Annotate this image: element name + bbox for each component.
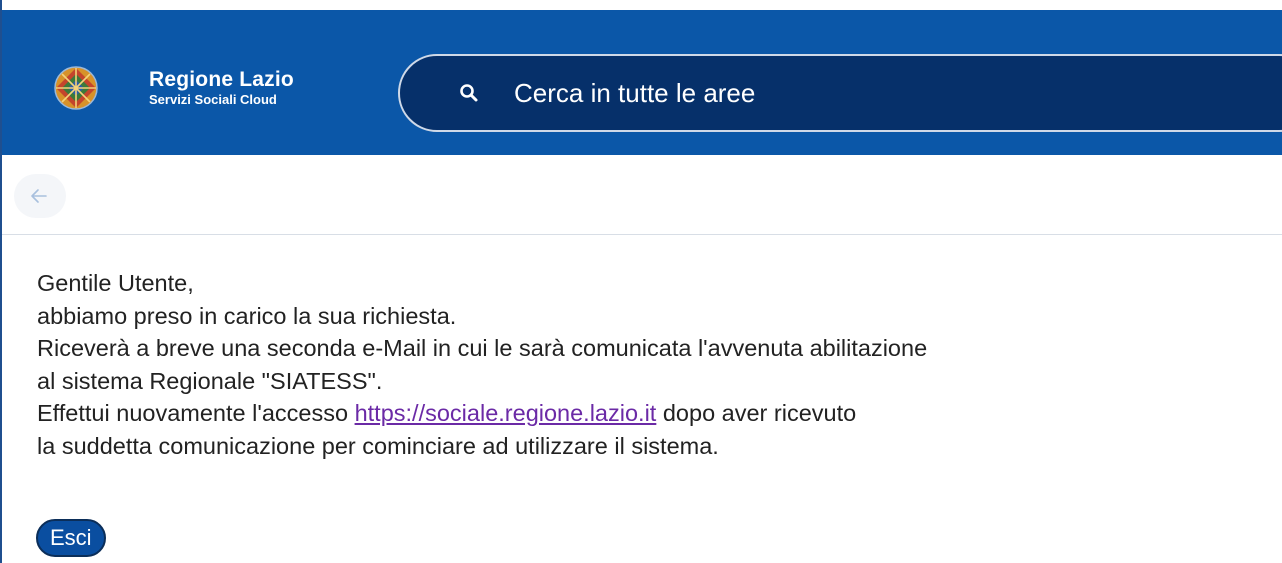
regione-lazio-logo-icon[interactable] bbox=[53, 65, 99, 111]
brand-subtitle: Servizi Sociali Cloud bbox=[149, 92, 277, 107]
arrow-left-icon bbox=[31, 189, 47, 203]
message-line: Gentile Utente, bbox=[37, 270, 194, 296]
message-line: Effettui nuovamente l'accesso https://so… bbox=[37, 397, 1267, 430]
brand-title: Regione Lazio bbox=[149, 68, 294, 91]
confirmation-message: Gentile Utente, abbiamo preso in carico … bbox=[37, 267, 1267, 462]
message-text: dopo aver ricevuto bbox=[656, 400, 857, 426]
toolbar bbox=[2, 155, 1282, 235]
message-line: Riceverà a breve una seconda e-Mail in c… bbox=[37, 335, 928, 361]
message-line: la suddetta comunicazione per cominciare… bbox=[37, 432, 719, 459]
search-icon bbox=[459, 83, 479, 103]
message-text: Effettui nuovamente l'accesso bbox=[37, 400, 355, 426]
message-line: al sistema Regionale "SIATESS". bbox=[37, 367, 383, 394]
exit-button[interactable]: Esci bbox=[36, 519, 106, 557]
portal-link[interactable]: https://sociale.regione.lazio.it bbox=[355, 400, 657, 426]
app-frame: Regione Lazio Servizi Sociali Cloud Cerc… bbox=[0, 0, 1282, 563]
brand[interactable]: Regione Lazio Servizi Sociali Cloud bbox=[149, 68, 294, 108]
back-button[interactable] bbox=[14, 174, 66, 218]
header: Regione Lazio Servizi Sociali Cloud Cerc… bbox=[2, 10, 1282, 155]
search-input[interactable]: Cerca in tutte le aree bbox=[514, 76, 755, 110]
search-bar[interactable]: Cerca in tutte le aree bbox=[398, 54, 1282, 132]
message-line: abbiamo preso in carico la sua richiesta… bbox=[37, 302, 457, 329]
